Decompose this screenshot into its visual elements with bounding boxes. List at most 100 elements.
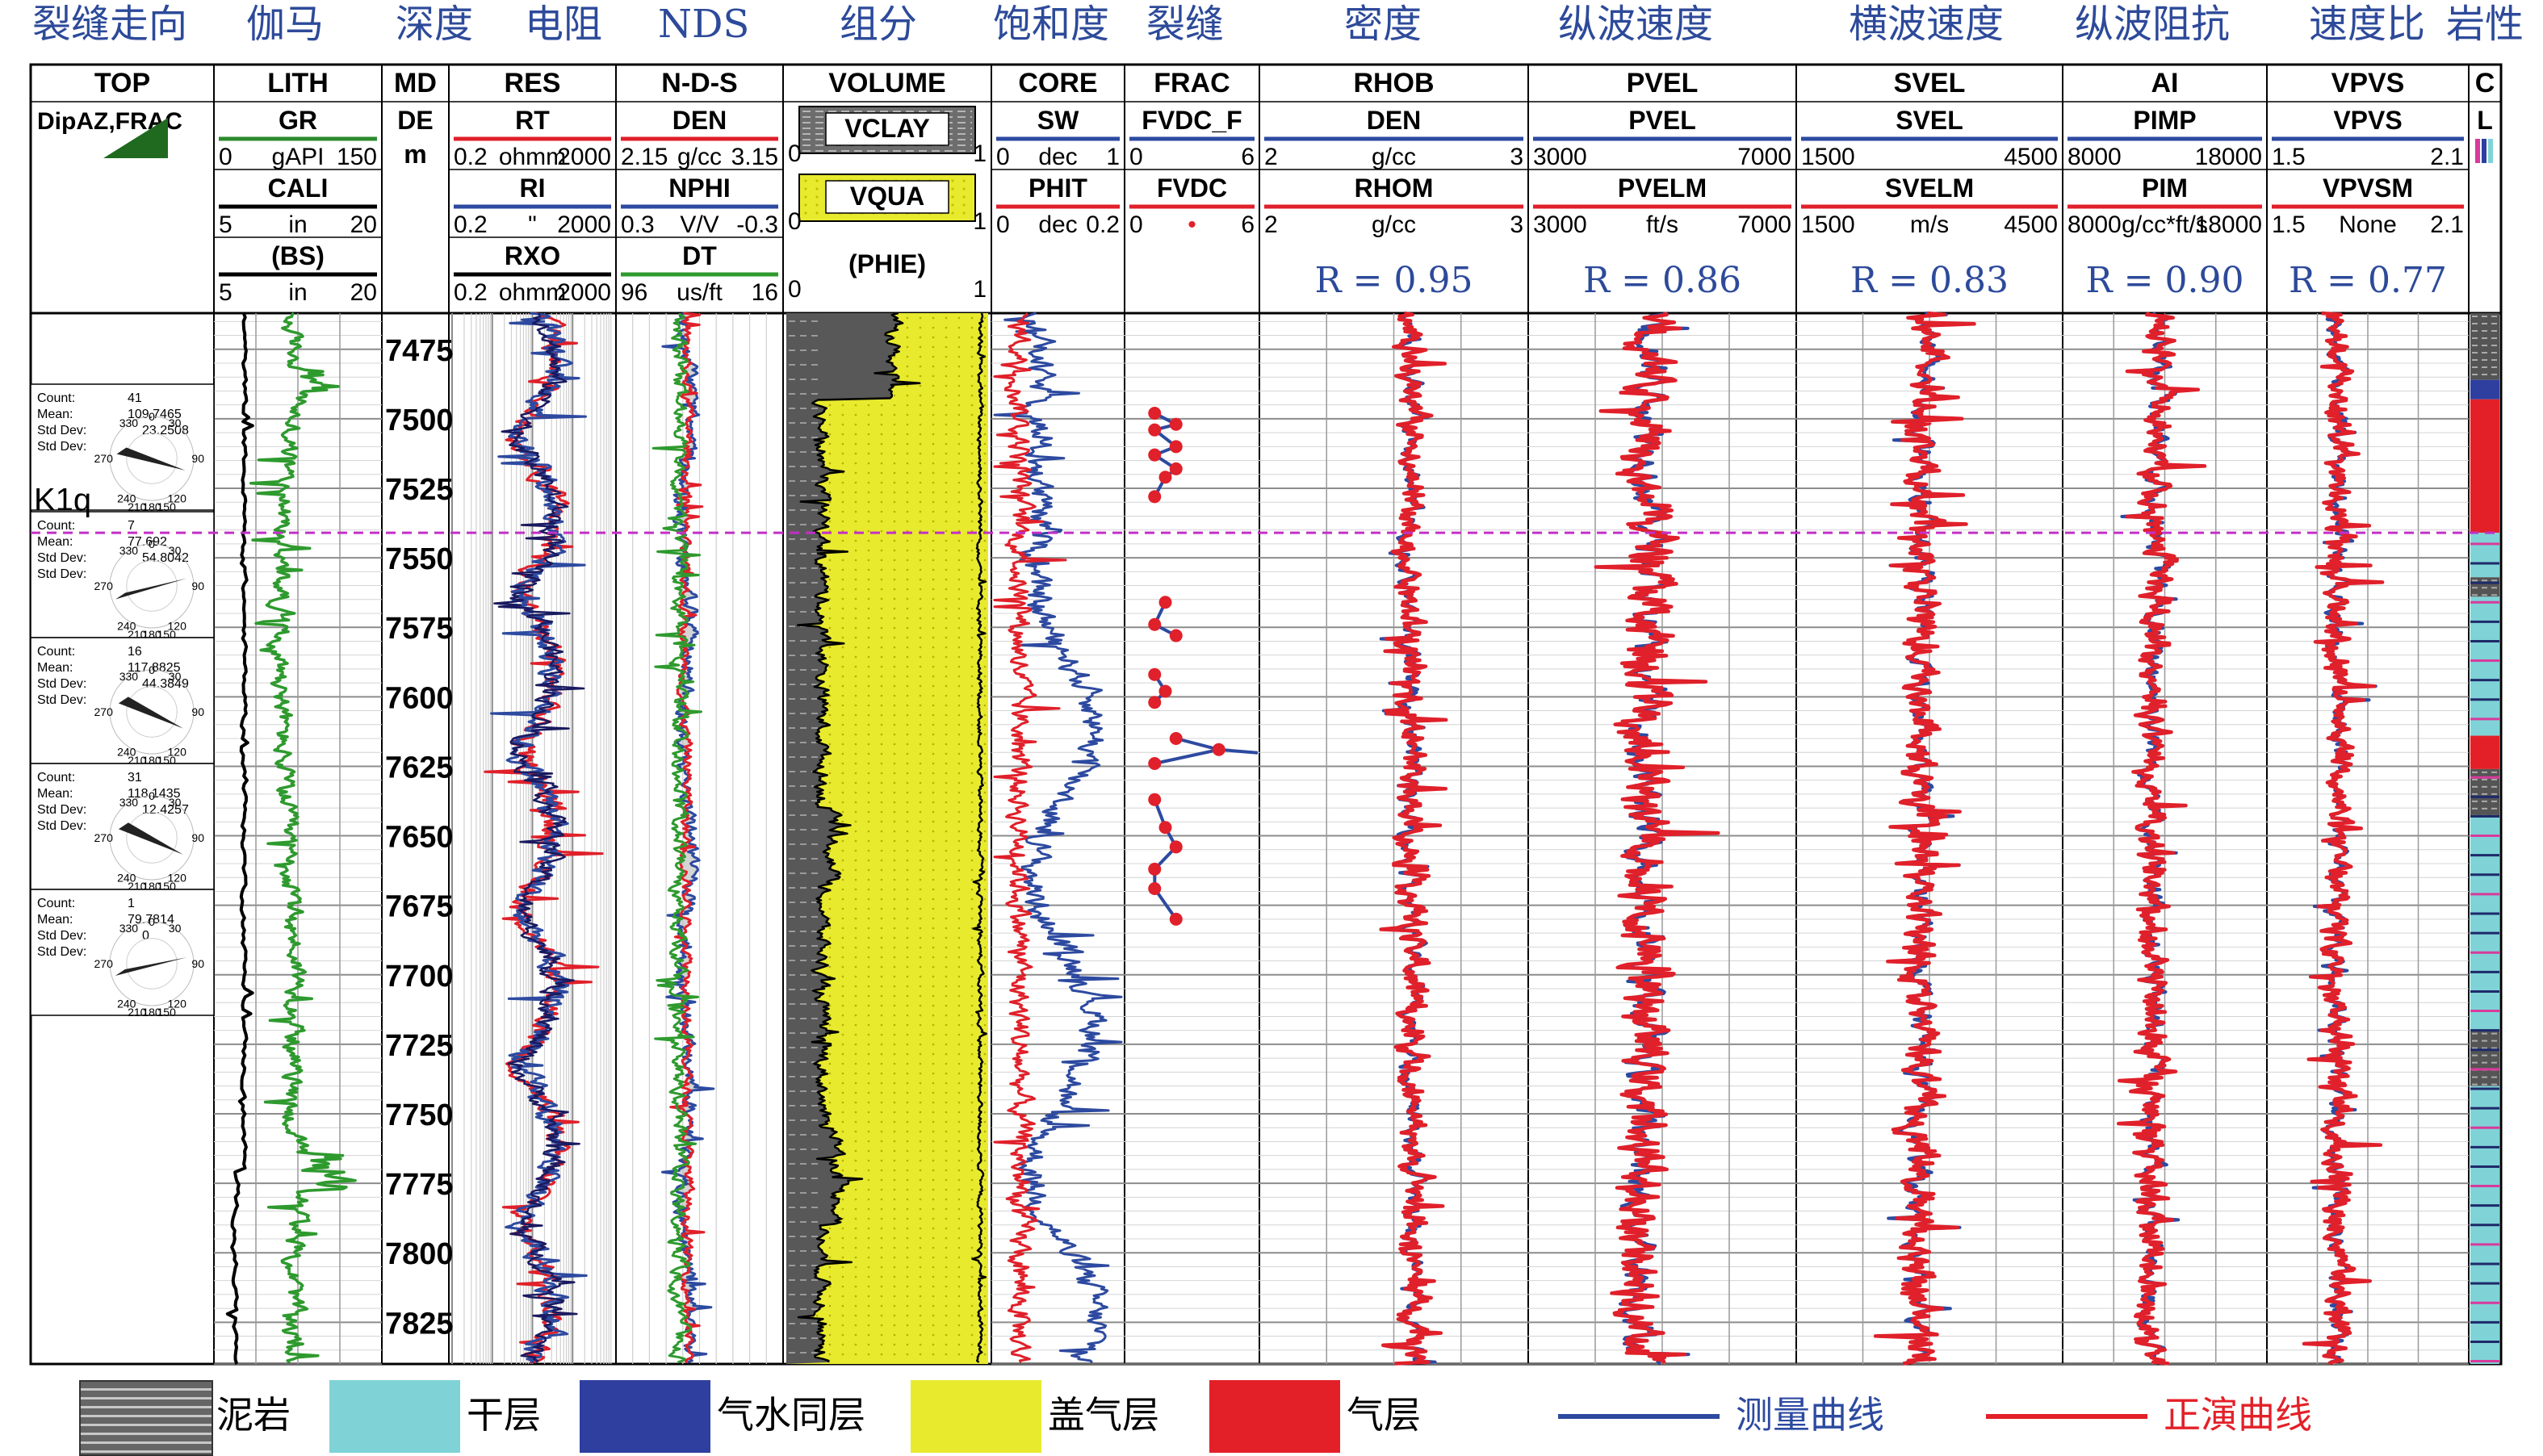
quartz-dot bbox=[983, 636, 987, 639]
quartz-dot bbox=[854, 1285, 857, 1288]
quartz-dot bbox=[841, 1304, 844, 1307]
quartz-dot bbox=[854, 752, 857, 755]
quartz-dot bbox=[970, 1324, 974, 1327]
fvdc-point bbox=[1169, 462, 1183, 475]
quartz-dot bbox=[854, 820, 857, 823]
quartz-dot bbox=[932, 1285, 935, 1288]
quartz-dot bbox=[893, 607, 896, 610]
quartz-dot bbox=[854, 994, 857, 998]
quartz-dot bbox=[867, 646, 870, 649]
fvdc-point bbox=[1148, 617, 1162, 631]
quartz-dot bbox=[970, 859, 974, 862]
quartz-dot bbox=[919, 433, 922, 436]
quartz-dot bbox=[906, 704, 909, 707]
quartz-dot bbox=[932, 1091, 935, 1094]
quartz-dot bbox=[867, 1324, 870, 1327]
quartz-dot bbox=[893, 1236, 896, 1240]
quartz-dot bbox=[957, 704, 961, 707]
quartz-dot bbox=[957, 549, 961, 552]
quartz-dot bbox=[828, 568, 832, 571]
quartz-dot bbox=[983, 1207, 987, 1211]
quartz-dot bbox=[983, 1304, 987, 1307]
quartz-dot bbox=[867, 1130, 870, 1133]
quartz-dot bbox=[867, 1169, 870, 1172]
quartz-dot bbox=[919, 646, 922, 649]
quartz-dot bbox=[841, 1101, 844, 1104]
quartz-dot bbox=[932, 655, 935, 659]
quartz-dot bbox=[970, 888, 974, 891]
quartz-dot bbox=[867, 1149, 870, 1153]
curve-name: VPVS bbox=[2333, 106, 2402, 135]
quartz-dot bbox=[970, 520, 974, 523]
quartz-dot bbox=[893, 1082, 896, 1085]
quartz-dot bbox=[932, 1014, 935, 1017]
quartz-dot bbox=[854, 849, 857, 852]
quartz-dot bbox=[804, 203, 807, 207]
quartz-dot bbox=[906, 1227, 909, 1230]
quartz-dot bbox=[957, 1043, 961, 1046]
quartz-dot bbox=[957, 481, 961, 484]
svelm-model-curve bbox=[1873, 311, 1976, 1366]
quartz-dot bbox=[841, 781, 844, 784]
quartz-dot bbox=[841, 1062, 844, 1065]
track-header-rhob: RHOBDEN2 g/cc 3RHOM2 g/cc 3R = 0.95 bbox=[1259, 68, 1528, 301]
quartz-dot bbox=[970, 568, 974, 571]
quartz-dot bbox=[854, 810, 857, 814]
quartz-dot bbox=[919, 859, 922, 862]
quartz-dot bbox=[932, 752, 935, 755]
quartz-dot bbox=[841, 772, 844, 775]
track-header-core: CORESW0 dec 1PHIT0 dec 0.2 bbox=[991, 68, 1125, 238]
quartz-dot bbox=[983, 752, 987, 755]
track-title: TOP bbox=[94, 68, 150, 98]
quartz-dot bbox=[919, 626, 922, 630]
quartz-dot bbox=[919, 868, 922, 872]
quartz-dot bbox=[828, 965, 832, 969]
quartz-dot bbox=[983, 723, 987, 726]
quartz-dot bbox=[932, 1169, 935, 1172]
quartz-dot bbox=[841, 607, 844, 610]
quartz-dot bbox=[957, 878, 961, 881]
quartz-dot bbox=[983, 772, 987, 775]
rose-angle-label: 90 bbox=[191, 579, 204, 592]
quartz-dot bbox=[906, 965, 909, 969]
quartz-dot bbox=[867, 626, 870, 630]
quartz-dot bbox=[880, 559, 883, 562]
quartz-dot bbox=[919, 888, 922, 891]
quartz-dot bbox=[854, 1227, 857, 1230]
quartz-dot bbox=[932, 1353, 935, 1356]
quartz-dot bbox=[945, 374, 948, 378]
legend-swatch bbox=[1986, 1414, 2147, 1419]
quartz-dot bbox=[867, 1314, 870, 1317]
quartz-dot bbox=[945, 1169, 948, 1172]
quartz-dot bbox=[945, 510, 948, 513]
scale-left: 0 bbox=[1129, 211, 1143, 238]
curve-name: RT bbox=[515, 106, 550, 135]
quartz-dot bbox=[970, 1033, 974, 1036]
quartz-dot bbox=[983, 1052, 987, 1056]
quartz-dot bbox=[854, 772, 857, 775]
quartz-dot bbox=[906, 936, 909, 939]
scale-right: 6 bbox=[1241, 144, 1255, 170]
correlation-label: R = 0.95 bbox=[1315, 260, 1473, 301]
quartz-dot bbox=[919, 1207, 922, 1211]
quartz-dot bbox=[893, 1178, 896, 1182]
quartz-dot bbox=[957, 1314, 961, 1317]
quartz-dot bbox=[957, 723, 961, 726]
quartz-dot bbox=[854, 859, 857, 862]
quartz-dot bbox=[932, 559, 935, 562]
quartz-dot bbox=[957, 830, 961, 833]
quartz-dot bbox=[919, 1091, 922, 1094]
quartz-dot bbox=[893, 520, 896, 523]
quartz-dot bbox=[841, 636, 844, 639]
scale-unit: us/ft bbox=[677, 279, 723, 306]
quartz-dot bbox=[919, 413, 922, 416]
quartz-dot bbox=[957, 1033, 961, 1036]
quartz-dot bbox=[906, 597, 909, 600]
track-header-cl: CL bbox=[2469, 68, 2501, 163]
quartz-dot bbox=[906, 868, 909, 872]
quartz-dot bbox=[932, 1188, 935, 1191]
quartz-dot bbox=[970, 1004, 974, 1007]
quartz-dot bbox=[983, 1266, 987, 1269]
quartz-dot bbox=[867, 1004, 870, 1007]
quartz-dot bbox=[932, 452, 935, 455]
